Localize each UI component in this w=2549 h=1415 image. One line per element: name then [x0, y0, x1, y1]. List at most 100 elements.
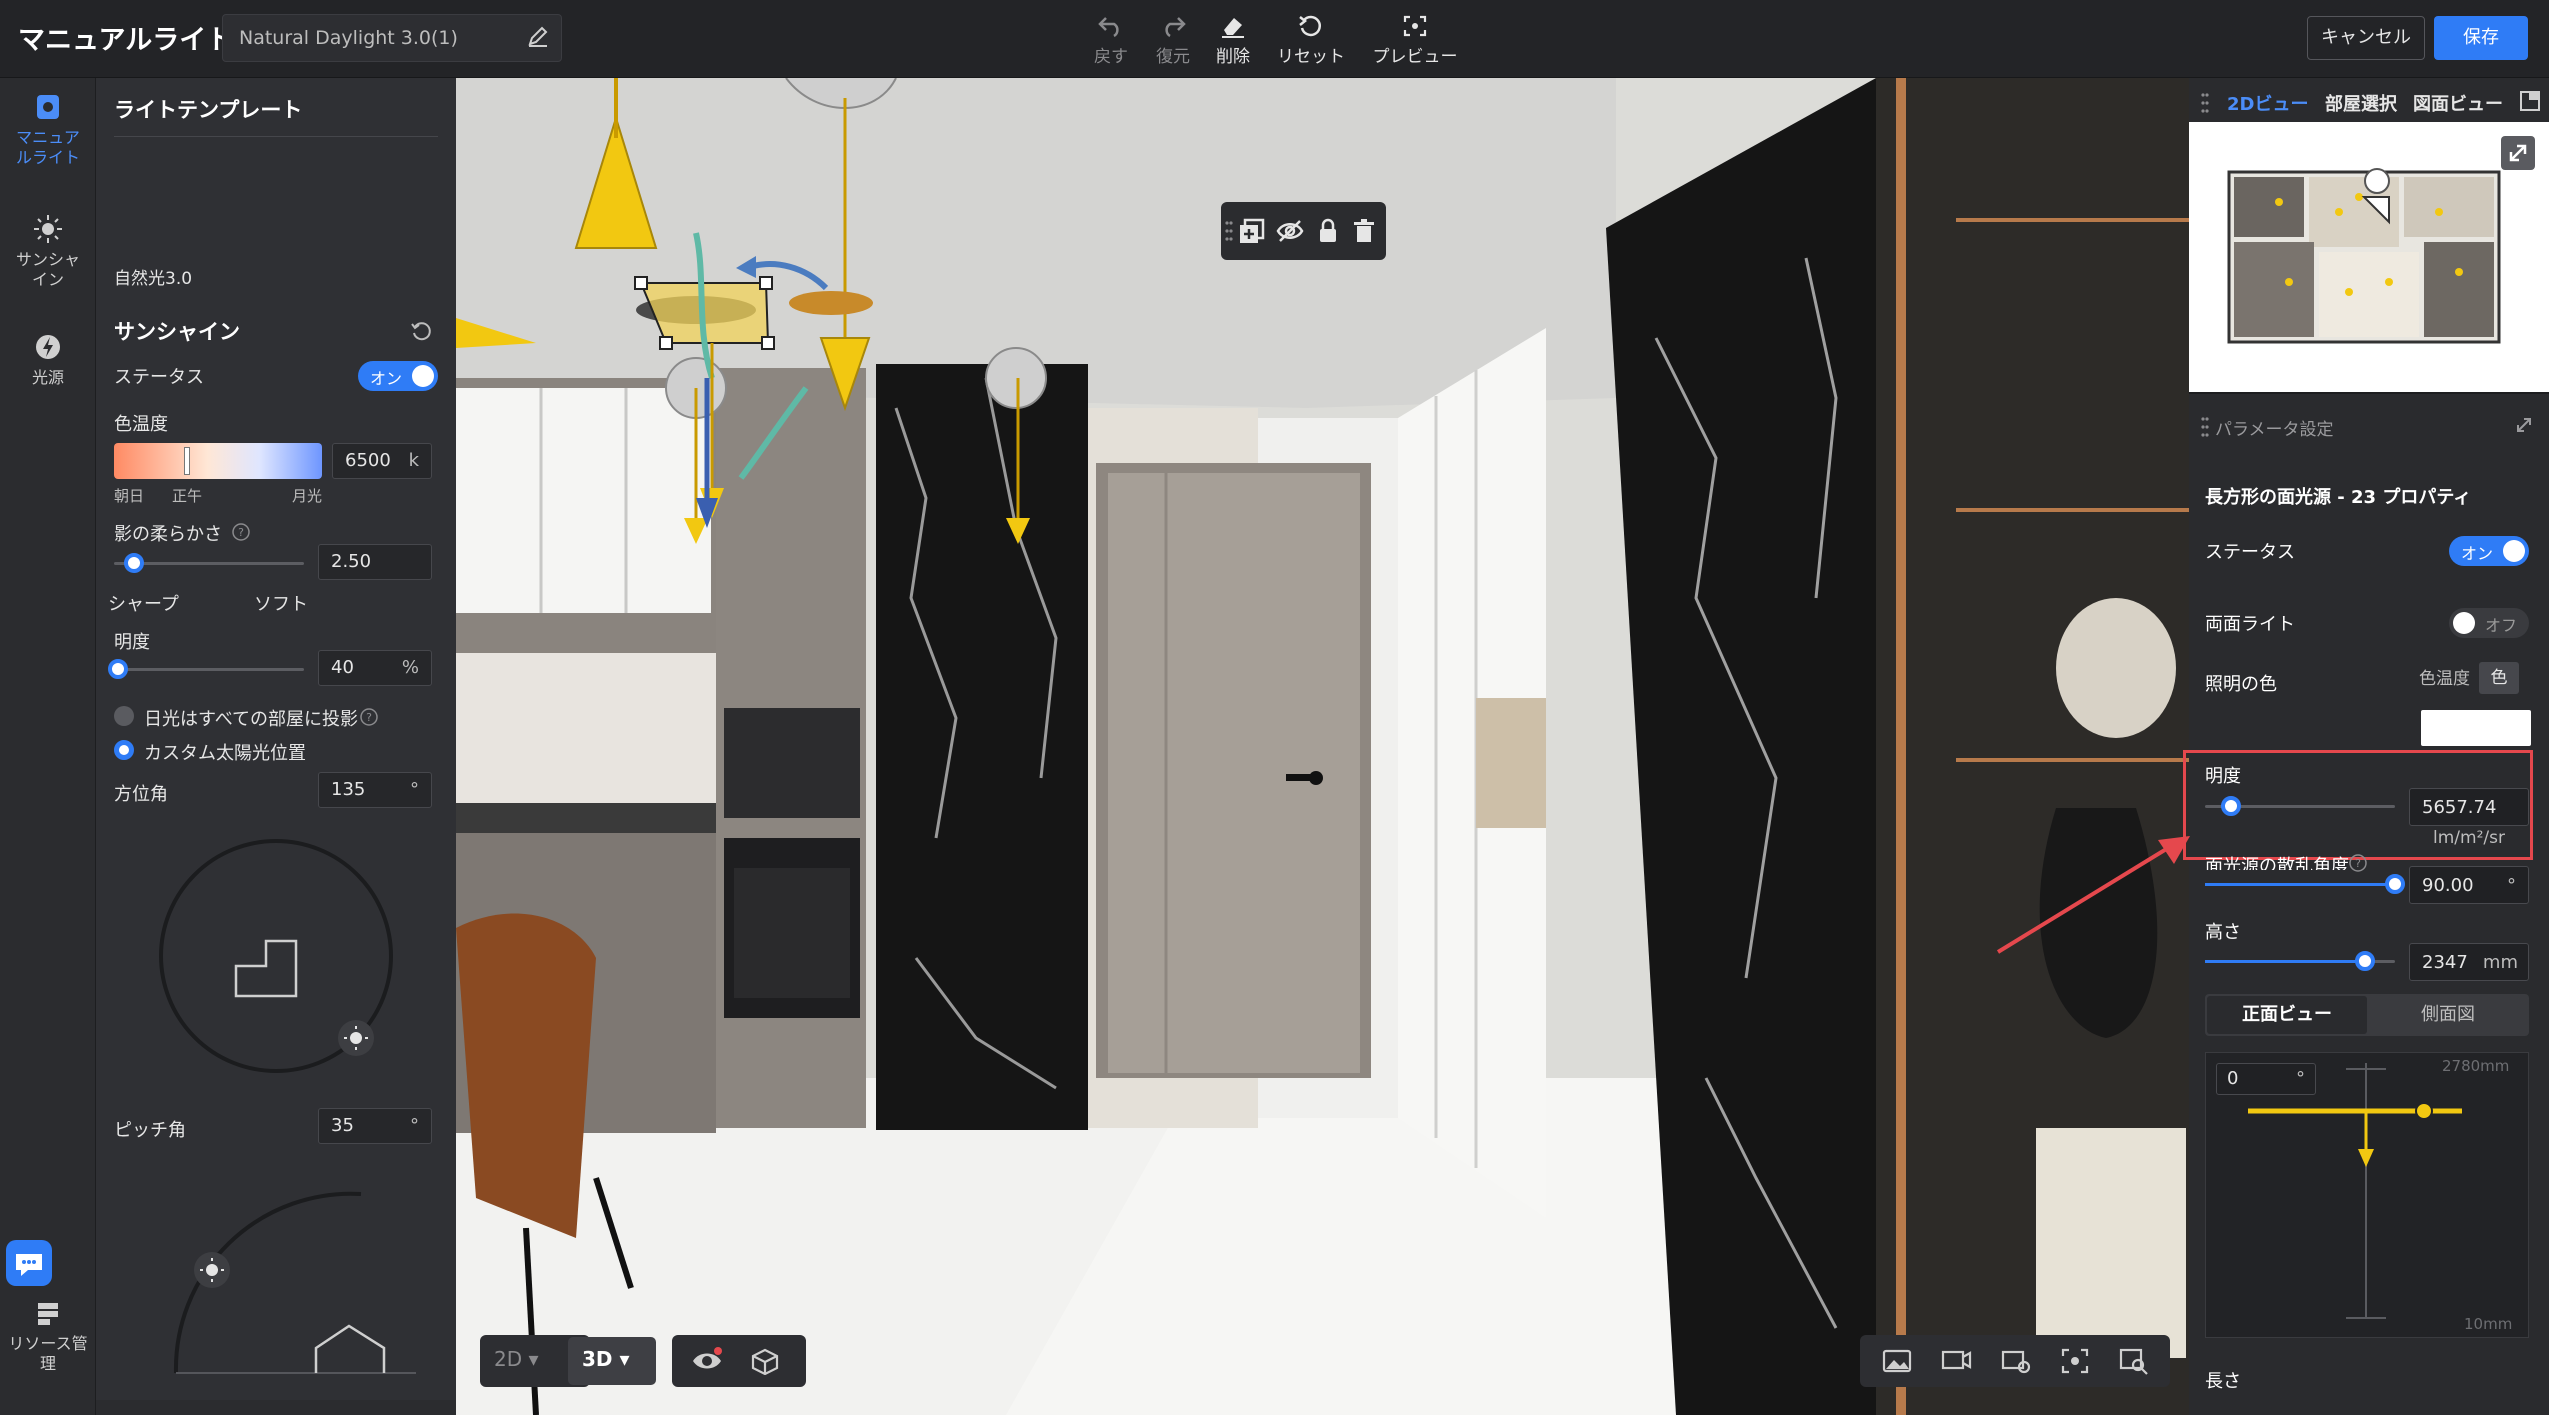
- tab-drawing-view[interactable]: 図面ビュー: [2413, 90, 2503, 116]
- rail-label-light-source: 光源: [31, 368, 64, 387]
- cube-icon[interactable]: [750, 1347, 780, 1375]
- scatter-input[interactable]: 90.00 °: [2409, 866, 2529, 904]
- svg-text:?: ?: [238, 526, 244, 539]
- azimuth-unit: °: [410, 779, 419, 800]
- tab-2d-view[interactable]: 2Dビュー: [2227, 90, 2308, 116]
- mode-3d-label: 3D: [582, 1347, 613, 1371]
- preview-label: プレビュー: [1372, 47, 1458, 67]
- front-view-button[interactable]: 正面ビュー: [2207, 996, 2367, 1034]
- rail-item-resource[interactable]: リソース管 理: [0, 1298, 96, 1374]
- zoom-region-icon[interactable]: [2118, 1347, 2150, 1375]
- rp-status-toggle[interactable]: オン: [2449, 536, 2529, 566]
- maximize-icon[interactable]: [2515, 416, 2533, 434]
- lock-icon[interactable]: [1313, 216, 1343, 246]
- brightness-knob[interactable]: [108, 659, 128, 679]
- light-position-diagram[interactable]: 0 ° 2780mm 10mm: [2205, 1052, 2529, 1338]
- left-rail: マニュア ルライト サンシャ イン 光源 リソース管 理: [0, 78, 96, 1415]
- color-temp-handle[interactable]: [184, 447, 190, 475]
- tab-room-select[interactable]: 部屋選択: [2325, 90, 2397, 116]
- color-tab[interactable]: 色: [2479, 662, 2519, 694]
- object-title: 長方形の面光源 - 23 プロパティ: [2205, 487, 2472, 508]
- length-label: 長さ: [2205, 1371, 2241, 1392]
- radio-custom[interactable]: [114, 740, 134, 760]
- template-heading: ライトテンプレート: [114, 98, 303, 122]
- brightness-track[interactable]: [114, 668, 304, 671]
- status-label: ステータス: [114, 367, 204, 388]
- color-temp-gradient-slider[interactable]: [114, 443, 322, 479]
- rail-item-manual-light[interactable]: マニュア ルライト: [0, 92, 96, 168]
- light-color-swatch[interactable]: [2421, 710, 2531, 746]
- svg-text:?: ?: [366, 711, 372, 724]
- fit-view-icon[interactable]: [2060, 1347, 2090, 1375]
- 3d-viewport[interactable]: 2D ▾ 3D ▾: [456, 78, 2189, 1415]
- rail-label-resource-1: リソース管: [8, 1334, 88, 1353]
- radio-all-rooms[interactable]: [114, 706, 134, 726]
- rail-item-sunshine[interactable]: サンシャ イン: [0, 214, 96, 290]
- radio-all-rooms-label: 日光はすべての部屋に投影: [144, 709, 359, 730]
- cancel-button[interactable]: キャンセル: [2307, 16, 2425, 60]
- redo-label: 復元: [1156, 47, 1190, 67]
- template-name-text: Natural Daylight 3.0(1): [239, 27, 458, 49]
- save-button[interactable]: 保存: [2434, 16, 2528, 60]
- azimuth-input[interactable]: 135 °: [318, 772, 432, 808]
- duplicate-icon[interactable]: [1237, 216, 1267, 246]
- azimuth-dial[interactable]: [156, 836, 406, 1086]
- trash-icon[interactable]: [1349, 216, 1379, 246]
- floorplan-minimap[interactable]: [2189, 122, 2549, 392]
- image-icon[interactable]: [1882, 1349, 1912, 1373]
- expand-icon[interactable]: [2501, 136, 2535, 170]
- resource-icon: [38, 1303, 58, 1325]
- camera-settings-icon[interactable]: [2000, 1347, 2032, 1375]
- height-input[interactable]: 2347 mm: [2409, 943, 2529, 981]
- mode-3d-button[interactable]: 3D ▾: [568, 1337, 656, 1385]
- shadow-softness-input[interactable]: 2.50: [318, 544, 432, 580]
- radio-custom-label: カスタム太陽光位置: [144, 743, 306, 764]
- pencil-icon[interactable]: [526, 24, 550, 48]
- scatter-track[interactable]: [2205, 883, 2395, 886]
- undo-icon: [1098, 17, 1119, 38]
- pitch-input[interactable]: 35 °: [318, 1108, 432, 1144]
- double-sided-label: 両面ライト: [2205, 614, 2295, 635]
- reset-button[interactable]: リセット: [1266, 10, 1356, 70]
- drag-handle-icon[interactable]: [2201, 92, 2209, 114]
- rail-label-resource-2: 理: [39, 1354, 56, 1373]
- side-view-button[interactable]: 側面図: [2369, 996, 2527, 1034]
- help-icon[interactable]: ?: [2349, 854, 2367, 872]
- shadow-softness-knob[interactable]: [124, 553, 144, 573]
- popout-icon[interactable]: [2519, 90, 2541, 112]
- eye-icon[interactable]: [690, 1347, 724, 1375]
- bolt-icon: [36, 335, 60, 359]
- mode-2d-button[interactable]: 2D ▾: [494, 1347, 539, 1371]
- reset-icon: [1299, 15, 1322, 37]
- rp-brightness-input[interactable]: 5657.74: [2409, 788, 2529, 826]
- rail-item-light-source[interactable]: 光源: [0, 332, 96, 388]
- color-temp-tab[interactable]: 色温度: [2419, 664, 2470, 689]
- double-sided-toggle[interactable]: オフ: [2449, 608, 2529, 638]
- height-knob[interactable]: [2355, 951, 2375, 971]
- rp-brightness-unit: lm/m²/sr: [2433, 828, 2505, 848]
- camera-view-icon[interactable]: [1940, 1347, 1972, 1375]
- object-toolbar: [1221, 202, 1386, 260]
- help-icon[interactable]: ?: [232, 523, 250, 541]
- drag-handle-icon[interactable]: [1225, 220, 1233, 242]
- hide-icon[interactable]: [1275, 216, 1305, 246]
- preview-button[interactable]: プレビュー: [1365, 10, 1465, 70]
- brightness-input[interactable]: 40%: [318, 650, 432, 686]
- pitch-dial[interactable]: [156, 1178, 456, 1408]
- template-item[interactable]: 自然光3.0: [114, 264, 192, 289]
- rp-brightness-knob[interactable]: [2221, 796, 2241, 816]
- color-temp-input[interactable]: 6500 k: [332, 443, 432, 479]
- reset-icon[interactable]: [410, 320, 432, 342]
- status-toggle[interactable]: オン: [358, 361, 438, 391]
- delete-button[interactable]: 削除: [1188, 10, 1278, 70]
- help-icon[interactable]: ?: [360, 708, 378, 726]
- app-title: マニュアルライト: [18, 25, 234, 56]
- ct-mark-moon: 月光: [292, 487, 323, 505]
- shadow-min-label: シャープ: [108, 594, 179, 615]
- scene-render: [456, 78, 2189, 1415]
- chat-bubble-icon[interactable]: [6, 1240, 52, 1286]
- template-name-field[interactable]: Natural Daylight 3.0(1): [222, 14, 562, 62]
- reset-label: リセット: [1277, 47, 1345, 67]
- scatter-knob[interactable]: [2385, 874, 2405, 894]
- drag-handle-icon[interactable]: [2201, 416, 2209, 438]
